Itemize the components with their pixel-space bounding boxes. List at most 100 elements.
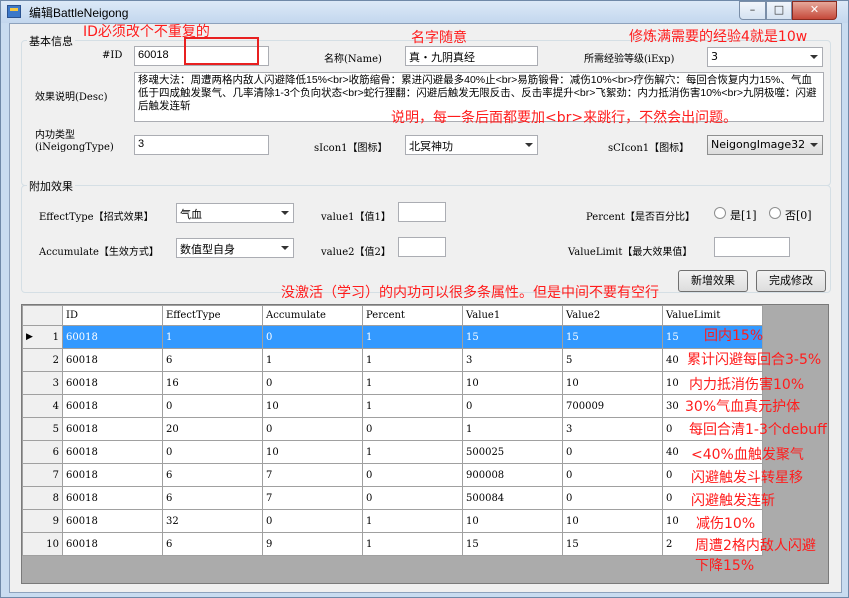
table-cell[interactable]: 1 [362,394,463,418]
table-row[interactable]: ▶ 1 60018 1 0 1 15 15 15 [22,325,763,349]
table-cell[interactable]: 0 [362,486,463,510]
table-cell[interactable]: 0 [362,463,463,487]
table-cell[interactable]: 0 [462,394,563,418]
table-cell[interactable]: 7 [262,486,363,510]
table-cell[interactable]: 9 [262,532,363,556]
table-cell[interactable]: 32 [162,509,263,533]
table-cell[interactable]: 3 [562,417,663,441]
table-cell[interactable]: 10 [462,509,563,533]
table-row[interactable]: 5 60018 20 0 0 1 3 0 [22,417,763,441]
minimize-button[interactable]: – [739,1,766,20]
table-cell[interactable]: 60018 [62,463,163,487]
row-header[interactable]: 9 [22,509,63,533]
close-button[interactable]: ✕ [792,1,837,20]
value1-field[interactable] [398,202,446,222]
table-cell[interactable]: 60018 [62,348,163,372]
finish-edit-button[interactable]: 完成修改 [756,270,826,292]
row-header[interactable]: 2 [22,348,63,372]
table-cell[interactable]: 0 [162,440,263,464]
table-cell[interactable]: 10 [462,371,563,395]
row-header[interactable]: 4 [22,394,63,418]
table-cell[interactable]: 10 [262,440,363,464]
table-cell[interactable]: 10 [262,394,363,418]
column-header[interactable]: Value1 [462,305,563,326]
row-header[interactable]: 10 [22,532,63,556]
table-cell[interactable]: 15 [562,532,663,556]
column-header[interactable]: ID [62,305,163,326]
row-header[interactable]: 6 [22,440,63,464]
table-cell[interactable]: 1 [362,440,463,464]
row-header[interactable]: 5 [22,417,63,441]
column-header[interactable]: Accumulate [262,305,363,326]
table-cell[interactable]: 6 [162,486,263,510]
table-cell[interactable]: 0 [562,486,663,510]
table-cell[interactable]: 60018 [62,371,163,395]
table-cell[interactable]: 10 [562,371,663,395]
table-row[interactable]: 2 60018 6 1 1 3 5 40 [22,348,763,372]
table-cell[interactable]: 1 [262,348,363,372]
table-cell[interactable]: 1 [362,532,463,556]
table-cell[interactable]: 20 [162,417,263,441]
table-cell[interactable]: 0 [362,417,463,441]
table-cell[interactable]: 15 [462,532,563,556]
table-cell[interactable]: 6 [162,463,263,487]
table-cell[interactable]: 1 [362,348,463,372]
exp-select[interactable]: 3 [707,47,823,67]
table-cell[interactable]: 15 [462,325,563,349]
table-cell[interactable]: 3 [462,348,563,372]
table-cell[interactable]: 1 [462,417,563,441]
table-cell[interactable]: 60018 [62,440,163,464]
table-cell[interactable]: 500084 [462,486,563,510]
table-row[interactable]: 10 60018 6 9 1 15 15 2 [22,532,763,556]
table-cell[interactable]: 60018 [62,417,163,441]
table-row[interactable]: 7 60018 6 7 0 900008 0 0 [22,463,763,487]
table-row[interactable]: 8 60018 6 7 0 500084 0 0 [22,486,763,510]
column-header[interactable]: Percent [362,305,463,326]
effecttype-select[interactable]: 气血 [176,203,294,223]
table-cell[interactable]: 0 [262,371,363,395]
table-cell[interactable]: 0 [262,417,363,441]
sicon-select[interactable]: 北冥神功 [405,135,538,155]
row-header[interactable]: 3 [22,371,63,395]
scicon-select[interactable]: NeigongImage32 [707,135,823,155]
table-cell[interactable]: 0 [562,440,663,464]
table-cell[interactable]: 700009 [562,394,663,418]
value2-field[interactable] [398,237,446,257]
table-cell[interactable]: 500025 [462,440,563,464]
column-header[interactable]: EffectType [162,305,263,326]
table-row[interactable]: 4 60018 0 10 1 0 700009 30 [22,394,763,418]
column-header[interactable]: Value2 [562,305,663,326]
table-cell[interactable]: 60018 [62,532,163,556]
table-cell[interactable]: 60018 [62,509,163,533]
row-header[interactable]: ▶ 1 [22,325,63,349]
type-field[interactable]: 3 [134,135,269,155]
valuelimit-field[interactable] [714,237,790,257]
table-cell[interactable]: 0 [262,509,363,533]
accumulate-select[interactable]: 数值型自身 [176,238,294,258]
table-cell[interactable]: 0 [262,325,363,349]
table-cell[interactable]: 10 [562,509,663,533]
table-cell[interactable]: 1 [362,325,463,349]
table-cell[interactable]: 6 [162,532,263,556]
table-cell[interactable]: 0 [562,463,663,487]
table-row[interactable]: 3 60018 16 0 1 10 10 10 [22,371,763,395]
table-cell[interactable]: 60018 [62,325,163,349]
table-cell[interactable]: 1 [362,509,463,533]
table-cell[interactable]: 1 [362,371,463,395]
table-row[interactable]: 6 60018 0 10 1 500025 0 40 [22,440,763,464]
table-cell[interactable]: 1 [162,325,263,349]
row-header[interactable]: 7 [22,463,63,487]
table-cell[interactable]: 60018 [62,394,163,418]
name-field[interactable]: 真・九阴真经 [405,46,538,66]
row-header[interactable]: 8 [22,486,63,510]
percent-no-radio[interactable] [769,207,781,219]
table-cell[interactable]: 900008 [462,463,563,487]
table-row[interactable]: 9 60018 32 0 1 10 10 10 [22,509,763,533]
add-effect-button[interactable]: 新增效果 [678,270,748,292]
table-cell[interactable]: 6 [162,348,263,372]
table-cell[interactable]: 0 [162,394,263,418]
percent-yes-radio[interactable] [714,207,726,219]
table-cell[interactable]: 7 [262,463,363,487]
title-bar[interactable]: 编辑BattleNeigong – □ ✕ [1,1,848,23]
table-cell[interactable]: 5 [562,348,663,372]
